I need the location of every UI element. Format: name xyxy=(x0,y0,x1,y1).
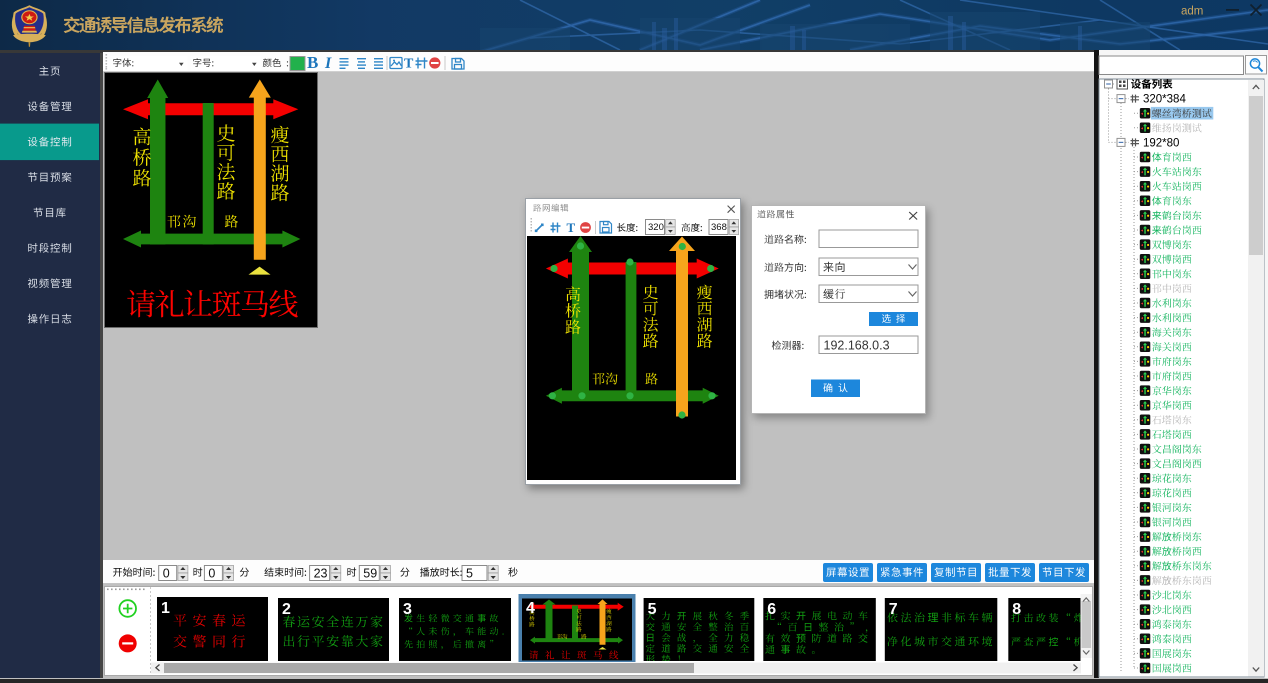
svg-text:6: 6 xyxy=(767,601,776,618)
svg-text:4: 4 xyxy=(526,600,535,617)
svg-text:7: 7 xyxy=(889,601,898,618)
svg-text:0: 0 xyxy=(208,567,215,581)
svg-text:1: 1 xyxy=(161,600,170,617)
svg-text:368: 368 xyxy=(711,222,727,233)
svg-text:T: T xyxy=(567,220,576,235)
svg-text:T: T xyxy=(404,57,414,72)
svg-text:23: 23 xyxy=(314,567,328,581)
svg-text:2: 2 xyxy=(282,601,291,618)
svg-text:320: 320 xyxy=(648,222,664,233)
svg-text:I: I xyxy=(324,55,332,72)
svg-text:8: 8 xyxy=(1012,601,1021,618)
svg-text:5: 5 xyxy=(648,601,657,618)
svg-text:320*384: 320*384 xyxy=(1143,94,1186,106)
svg-text:B: B xyxy=(307,53,318,72)
svg-text:192*80: 192*80 xyxy=(1143,137,1179,149)
svg-text:3: 3 xyxy=(403,601,412,618)
svg-text:0: 0 xyxy=(163,567,170,581)
svg-text:adm: adm xyxy=(1181,6,1203,18)
svg-text:192.168.0.3: 192.168.0.3 xyxy=(824,339,890,353)
svg-text:59: 59 xyxy=(363,567,377,581)
svg-text:5: 5 xyxy=(466,567,473,581)
